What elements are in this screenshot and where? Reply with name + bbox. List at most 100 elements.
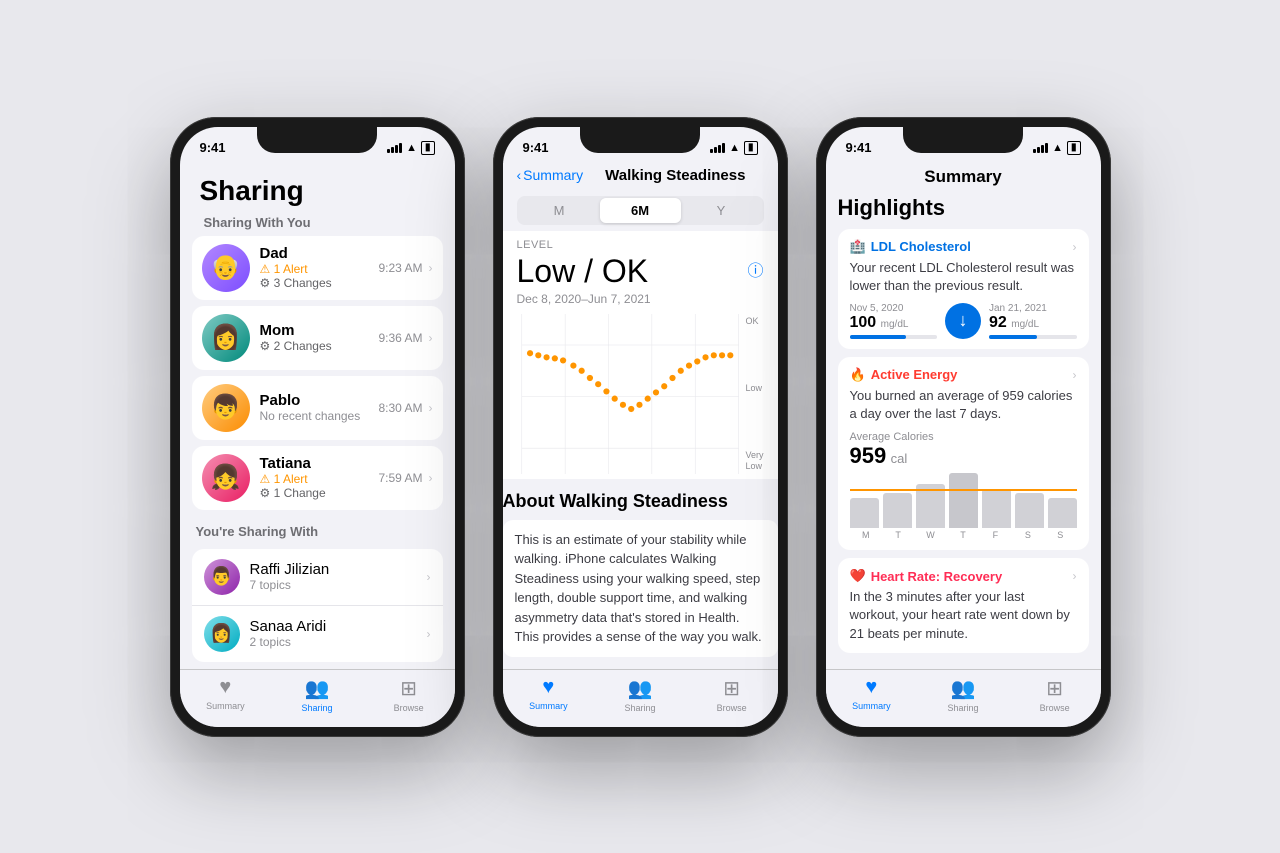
summary-content: Highlights 🏥 LDL Cholesterol › Your rece…: [826, 195, 1101, 669]
contact-name-pablo: Pablo: [260, 392, 369, 409]
chevron-tatiana: ›: [429, 471, 433, 485]
contact-card-tatiana[interactable]: 👧 Tatiana ⚠ 1 Alert ⚙ 1 Change: [192, 446, 443, 510]
tab-bar-2: ♥ Summary 👥 Sharing ⊞ Browse: [503, 669, 778, 727]
battery-icon-3: ▮: [1067, 141, 1081, 155]
cal-bar-s2: [1048, 498, 1077, 528]
cal-bar-s1: [1015, 493, 1044, 529]
contact-right-mom: 9:36 AM ›: [378, 331, 432, 345]
ldl-description: Your recent LDL Cholesterol result was l…: [850, 259, 1077, 295]
chart-labels-right: OK Low VeryLow: [745, 314, 763, 474]
contact-right-dad: 9:23 AM ›: [378, 261, 432, 275]
highlight-card-heart: ❤️ Heart Rate: Recovery › In the 3 minut…: [838, 558, 1089, 653]
cal-bar-f: [982, 489, 1011, 529]
chevron-energy: ›: [1073, 368, 1077, 382]
sharing-icon-1: 👥: [305, 676, 330, 701]
notch: [257, 127, 377, 153]
summary-page-title: Summary: [826, 163, 1101, 195]
sharing-with-list: 👨 Raffi Jilizian 7 topics › 👩: [192, 549, 443, 662]
highlight-category-ldl: 🏥 LDL Cholesterol ›: [850, 239, 1077, 255]
contact-info-tatiana: Tatiana ⚠ 1 Alert ⚙ 1 Change: [260, 455, 369, 500]
energy-description: You burned an average of 959 calories a …: [850, 387, 1077, 423]
browse-icon-1: ⊞: [400, 676, 417, 701]
chevron-mom: ›: [429, 331, 433, 345]
segment-y[interactable]: Y: [681, 198, 762, 223]
contact-card-dad[interactable]: 👴 Dad ⚠ 1 Alert ⚙ 3 Changes: [192, 236, 443, 300]
phones-container: 9:41 ▲ ▮ Sharing Sharing With You: [140, 87, 1141, 767]
avatar-sanaa: 👩: [204, 616, 240, 652]
tab-sharing-1[interactable]: 👥 Sharing: [271, 676, 363, 713]
chevron-dad: ›: [429, 261, 433, 275]
heart-description: In the 3 minutes after your last workout…: [850, 588, 1077, 643]
avatar-dad: 👴: [202, 244, 250, 292]
contact-info-dad: Dad ⚠ 1 Alert ⚙ 3 Changes: [260, 245, 369, 290]
ldl-before-unit: mg/dL: [881, 319, 909, 330]
cal-days: M T W T F S S: [850, 530, 1077, 540]
battery-icon-2: ▮: [744, 141, 758, 155]
cal-avg-label: Average Calories: [850, 431, 1077, 443]
sharing-content: Sharing Sharing With You 👴 Dad ⚠ 1 Alert: [180, 163, 455, 669]
tab-browse-2[interactable]: ⊞ Browse: [686, 676, 778, 713]
sharing-main-title: Sharing: [200, 171, 435, 215]
ldl-comparison: Nov 5, 2020 100 mg/dL ↓ Jan 21, 2021: [850, 303, 1077, 339]
chevron-raffi: ›: [427, 570, 431, 584]
about-title: About Walking Steadiness: [503, 491, 778, 512]
avg-calorie-line: [850, 489, 1077, 491]
phone-summary: 9:41 ▲ ▮ Summary Highlights: [816, 117, 1111, 737]
tab-summary-3[interactable]: ♥ Summary: [826, 676, 918, 713]
ldl-before-value: 100: [850, 314, 877, 331]
cal-chart-container: M T W T F S S: [850, 473, 1077, 540]
sharing-with-label: You're Sharing With: [180, 516, 455, 549]
segment-6m[interactable]: 6M: [600, 198, 681, 223]
walking-main: LEVEL Low / OK ⓘ Dec 8, 2020–Jun 7, 2021…: [503, 231, 778, 479]
sharing-person-raffi[interactable]: 👨 Raffi Jilizian 7 topics ›: [192, 549, 443, 606]
contact-info-pablo: Pablo No recent changes: [260, 392, 369, 423]
walking-chart-svg: [517, 314, 764, 474]
status-time-1: 9:41: [200, 140, 226, 155]
level-label: LEVEL: [517, 239, 764, 251]
ldl-after-date: Jan 21, 2021: [989, 303, 1077, 314]
info-icon[interactable]: ⓘ: [747, 257, 763, 281]
level-date: Dec 8, 2020–Jun 7, 2021: [517, 292, 764, 306]
sharing-person-sanaa[interactable]: 👩 Sanaa Aridi 2 topics ›: [192, 606, 443, 662]
signal-bars-1: [387, 143, 402, 153]
highlight-card-energy: 🔥 Active Energy › You burned an average …: [838, 357, 1089, 550]
ldl-category-label: LDL Cholesterol: [871, 239, 971, 254]
tab-sharing-2[interactable]: 👥 Sharing: [594, 676, 686, 713]
contact-card-pablo[interactable]: 👦 Pablo No recent changes 8:30 AM ›: [192, 376, 443, 440]
cal-unit: cal: [891, 451, 908, 466]
ldl-after-unit: mg/dL: [1011, 319, 1039, 330]
about-card: This is an estimate of your stability wh…: [503, 520, 778, 657]
contact-card-mom[interactable]: 👩 Mom ⚙ 2 Changes 9:36 AM ›: [192, 306, 443, 370]
about-section: About Walking Steadiness This is an esti…: [503, 479, 778, 669]
browse-icon-2: ⊞: [723, 676, 740, 701]
sharing-header: Sharing Sharing With You: [180, 163, 455, 236]
sharing-icon-2: 👥: [628, 676, 653, 701]
tab-summary-1[interactable]: ♥ Summary: [180, 676, 272, 713]
wifi-icon-2: ▲: [729, 142, 740, 154]
calories-section: Average Calories 959 cal: [850, 431, 1077, 540]
tab-browse-1[interactable]: ⊞ Browse: [363, 676, 455, 713]
tab-browse-3[interactable]: ⊞ Browse: [1009, 676, 1101, 713]
avatar-raffi: 👨: [204, 559, 240, 595]
contact-sub-dad: ⚠ 1 Alert: [260, 262, 369, 276]
contact-name-tatiana: Tatiana: [260, 455, 369, 472]
status-time-3: 9:41: [846, 140, 872, 155]
segment-control-walking: M 6M Y: [517, 196, 764, 225]
energy-category-label: Active Energy: [871, 367, 958, 382]
energy-icon: 🔥: [850, 367, 866, 383]
phone-sharing: 9:41 ▲ ▮ Sharing Sharing With You: [170, 117, 465, 737]
notch-2: [580, 127, 700, 153]
chevron-sanaa: ›: [427, 627, 431, 641]
tab-sharing-3[interactable]: 👥 Sharing: [917, 676, 1009, 713]
tab-summary-2[interactable]: ♥ Summary: [503, 676, 595, 713]
sharing-screen: 9:41 ▲ ▮ Sharing Sharing With You: [180, 127, 455, 727]
highlights-title: Highlights: [838, 195, 1089, 221]
ldl-icon: 🏥: [850, 239, 866, 255]
segment-m[interactable]: M: [519, 198, 600, 223]
highlight-card-ldl: 🏥 LDL Cholesterol › Your recent LDL Chol…: [838, 229, 1089, 349]
ldl-after-bar: [989, 335, 1037, 339]
avatar-pablo: 👦: [202, 384, 250, 432]
back-button-walking[interactable]: ‹ Summary: [517, 167, 584, 183]
heart-recovery-icon: ❤️: [850, 568, 866, 584]
cal-bar-m: [850, 498, 879, 528]
